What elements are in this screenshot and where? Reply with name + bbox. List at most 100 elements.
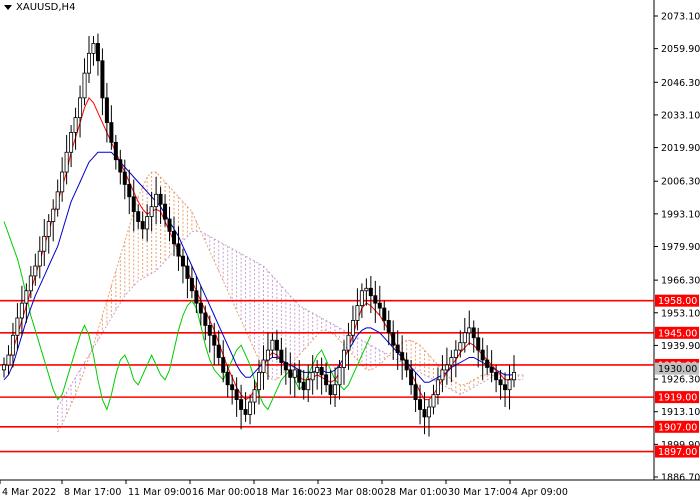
candle-body bbox=[73, 117, 78, 133]
candle-body bbox=[55, 191, 60, 210]
candle-body bbox=[248, 401, 253, 415]
candle-body bbox=[163, 203, 168, 220]
candle-body bbox=[46, 221, 51, 237]
candle-body bbox=[225, 371, 230, 386]
candle-body bbox=[207, 324, 212, 336]
candle-body bbox=[6, 354, 11, 366]
candle-body bbox=[359, 290, 364, 307]
candle-body bbox=[221, 357, 226, 373]
candle-body bbox=[91, 43, 96, 54]
candle-body bbox=[198, 302, 203, 314]
candle-body bbox=[60, 171, 65, 193]
candle-body bbox=[386, 320, 391, 334]
level-label: 1945.00 bbox=[658, 328, 697, 339]
level-label: 1897.00 bbox=[658, 447, 697, 458]
candle-body bbox=[270, 339, 275, 351]
candle-body bbox=[252, 389, 257, 403]
candle-body bbox=[512, 371, 517, 381]
candle-body bbox=[274, 339, 279, 351]
y-tick-label: 2019.90 bbox=[661, 143, 700, 154]
candle-body bbox=[328, 384, 333, 396]
candle-body bbox=[292, 369, 297, 378]
candle-body bbox=[283, 362, 288, 371]
x-tick-label: 30 Mar 17:00 bbox=[448, 487, 511, 498]
candle-body bbox=[194, 290, 199, 304]
candle-body bbox=[10, 334, 15, 356]
candle-body bbox=[212, 334, 217, 346]
candle-body bbox=[279, 349, 284, 363]
y-tick-label: 1926.30 bbox=[661, 375, 700, 386]
y-tick-label: 1993.10 bbox=[661, 209, 700, 220]
candle-body bbox=[368, 287, 373, 297]
candle-body bbox=[33, 265, 38, 277]
candle-body bbox=[341, 349, 346, 368]
candle-body bbox=[113, 141, 118, 161]
candle-body bbox=[337, 367, 342, 386]
candle-body bbox=[42, 235, 47, 252]
candle-body bbox=[315, 367, 320, 373]
candle-body bbox=[462, 332, 467, 344]
candle-body bbox=[297, 369, 302, 383]
candle-body bbox=[15, 317, 20, 336]
x-tick-label: 11 Mar 09:00 bbox=[128, 487, 191, 498]
level-label: 1958.00 bbox=[658, 296, 697, 307]
candle-body bbox=[127, 184, 132, 198]
candle-body bbox=[185, 265, 190, 279]
x-tick-label: 18 Mar 16:00 bbox=[256, 487, 319, 498]
candle-body bbox=[24, 290, 29, 304]
candle-body bbox=[28, 275, 33, 292]
candle-body bbox=[109, 122, 114, 143]
candle-body bbox=[319, 367, 324, 376]
price-tag-label: 1930.00 bbox=[658, 364, 697, 375]
candle-body bbox=[176, 243, 181, 257]
x-tick-label: 28 Mar 01:00 bbox=[384, 487, 447, 498]
candle-body bbox=[2, 364, 7, 371]
candle-body bbox=[171, 231, 176, 245]
candle-body bbox=[391, 332, 396, 346]
candle-body bbox=[78, 97, 83, 119]
candle-body bbox=[440, 369, 445, 381]
y-tick-label: 1913.10 bbox=[661, 407, 700, 418]
candle-body bbox=[426, 406, 431, 418]
candle-body bbox=[350, 320, 355, 336]
candle-body bbox=[158, 193, 163, 205]
y-tick-label: 1939.90 bbox=[661, 341, 700, 352]
y-tick-label: 2033.10 bbox=[661, 110, 700, 121]
candle-body bbox=[346, 334, 351, 351]
candle-body bbox=[180, 255, 185, 267]
candle-body bbox=[51, 208, 56, 222]
x-tick-label: 8 Mar 17:00 bbox=[64, 487, 121, 498]
x-tick-label: 16 Mar 00:00 bbox=[192, 487, 255, 498]
price-chart[interactable]: 2073.10 2059.90 2046.30 2033.10 2019.90 2006.… bbox=[0, 0, 700, 500]
candle-body bbox=[87, 52, 92, 74]
candle-body bbox=[288, 369, 293, 378]
x-tick-label: 4 Apr 09:00 bbox=[512, 487, 568, 498]
candle-body bbox=[149, 206, 154, 217]
candle-body bbox=[256, 371, 261, 391]
candle-body bbox=[140, 221, 145, 230]
candle-body bbox=[230, 384, 235, 391]
y-tick-label: 2059.90 bbox=[661, 44, 700, 55]
candle-body bbox=[453, 349, 458, 358]
y-tick-label: 1886.70 bbox=[661, 473, 700, 484]
candle-body bbox=[104, 97, 109, 123]
chikou-span-line bbox=[3, 221, 372, 411]
candle-body bbox=[19, 302, 24, 319]
candle-body bbox=[444, 364, 449, 371]
candle-body bbox=[409, 369, 414, 386]
candle-body bbox=[95, 43, 100, 62]
candle-body bbox=[364, 287, 369, 292]
candle-body bbox=[234, 389, 239, 400]
candle-body bbox=[324, 374, 329, 386]
candle-body bbox=[82, 72, 87, 99]
chart-window[interactable]: XAUUSD,H4 2073.10 2059.90 2046.30 2033.10 20… bbox=[0, 0, 700, 500]
candle-body bbox=[154, 193, 159, 208]
candle-body bbox=[131, 196, 136, 213]
candle-body bbox=[301, 381, 306, 391]
tenkan-sen-line bbox=[3, 97, 515, 401]
y-tick-label: 1966.30 bbox=[661, 276, 700, 287]
level-label: 1919.00 bbox=[658, 393, 697, 404]
candle-body bbox=[485, 359, 490, 368]
candle-body bbox=[449, 357, 454, 366]
candle-body bbox=[118, 159, 123, 173]
